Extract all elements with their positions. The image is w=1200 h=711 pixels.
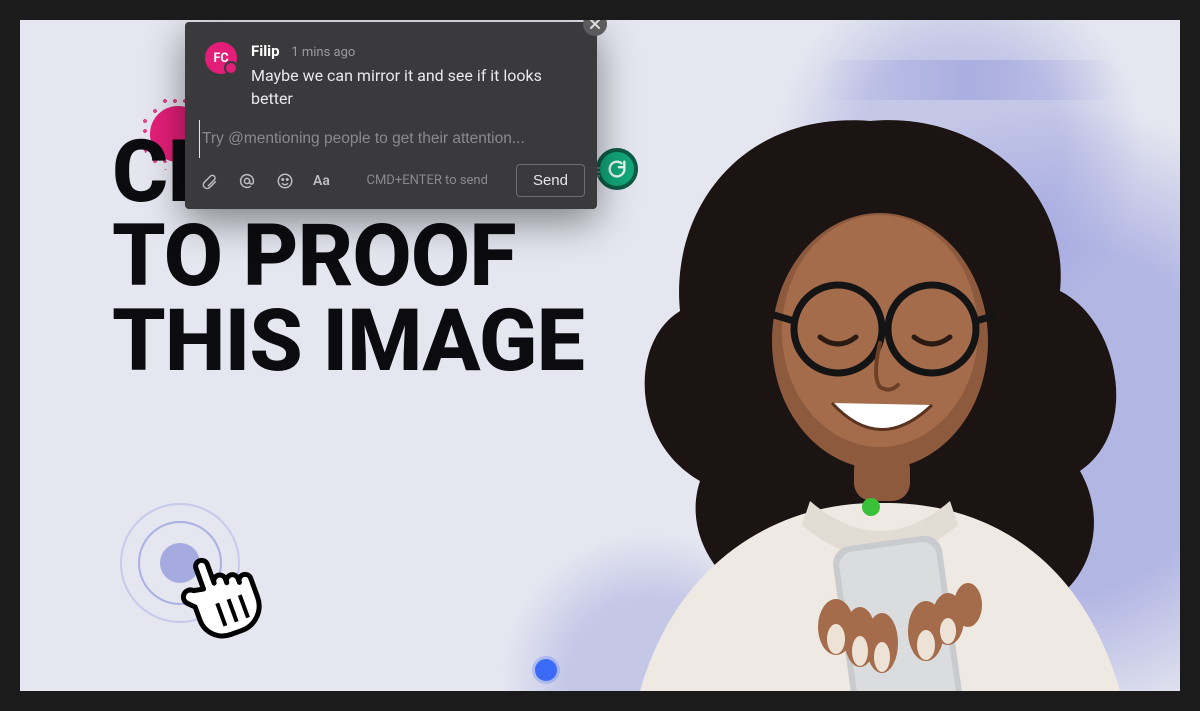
pointer-cursor-icon	[172, 543, 272, 643]
hero-person-illustration	[560, 71, 1180, 691]
avatar-initials: FC	[213, 51, 228, 66]
close-icon	[589, 20, 601, 30]
comment-message: Maybe we can mirror it and see if it loo…	[251, 64, 577, 110]
comment-popover: FC Filip 1 mins ago Maybe we can mirror …	[185, 22, 597, 209]
comment-author-name: Filip	[251, 42, 280, 60]
send-shortcut-hint: CMD+ENTER to send	[366, 173, 487, 188]
annotation-marker[interactable]	[862, 498, 880, 516]
comment-reply-input[interactable]	[199, 120, 583, 158]
emoji-icon[interactable]	[275, 171, 295, 191]
grammarly-badge-icon[interactable]	[596, 148, 638, 190]
headline-line: THIS IMAGE	[112, 290, 584, 391]
text-format-icon[interactable]: Aa	[313, 171, 330, 191]
mention-icon[interactable]	[237, 171, 257, 191]
proofing-canvas[interactable]: CL TO PROOF THIS IMAGE FC	[20, 20, 1180, 691]
attachment-icon[interactable]	[199, 171, 219, 191]
comment-author-avatar: FC	[205, 42, 237, 74]
comment-timestamp: 1 mins ago	[291, 45, 355, 60]
annotation-marker[interactable]	[535, 659, 557, 681]
comment-toolbar: Aa CMD+ENTER to send Send	[185, 158, 597, 209]
send-button[interactable]: Send	[516, 164, 585, 197]
